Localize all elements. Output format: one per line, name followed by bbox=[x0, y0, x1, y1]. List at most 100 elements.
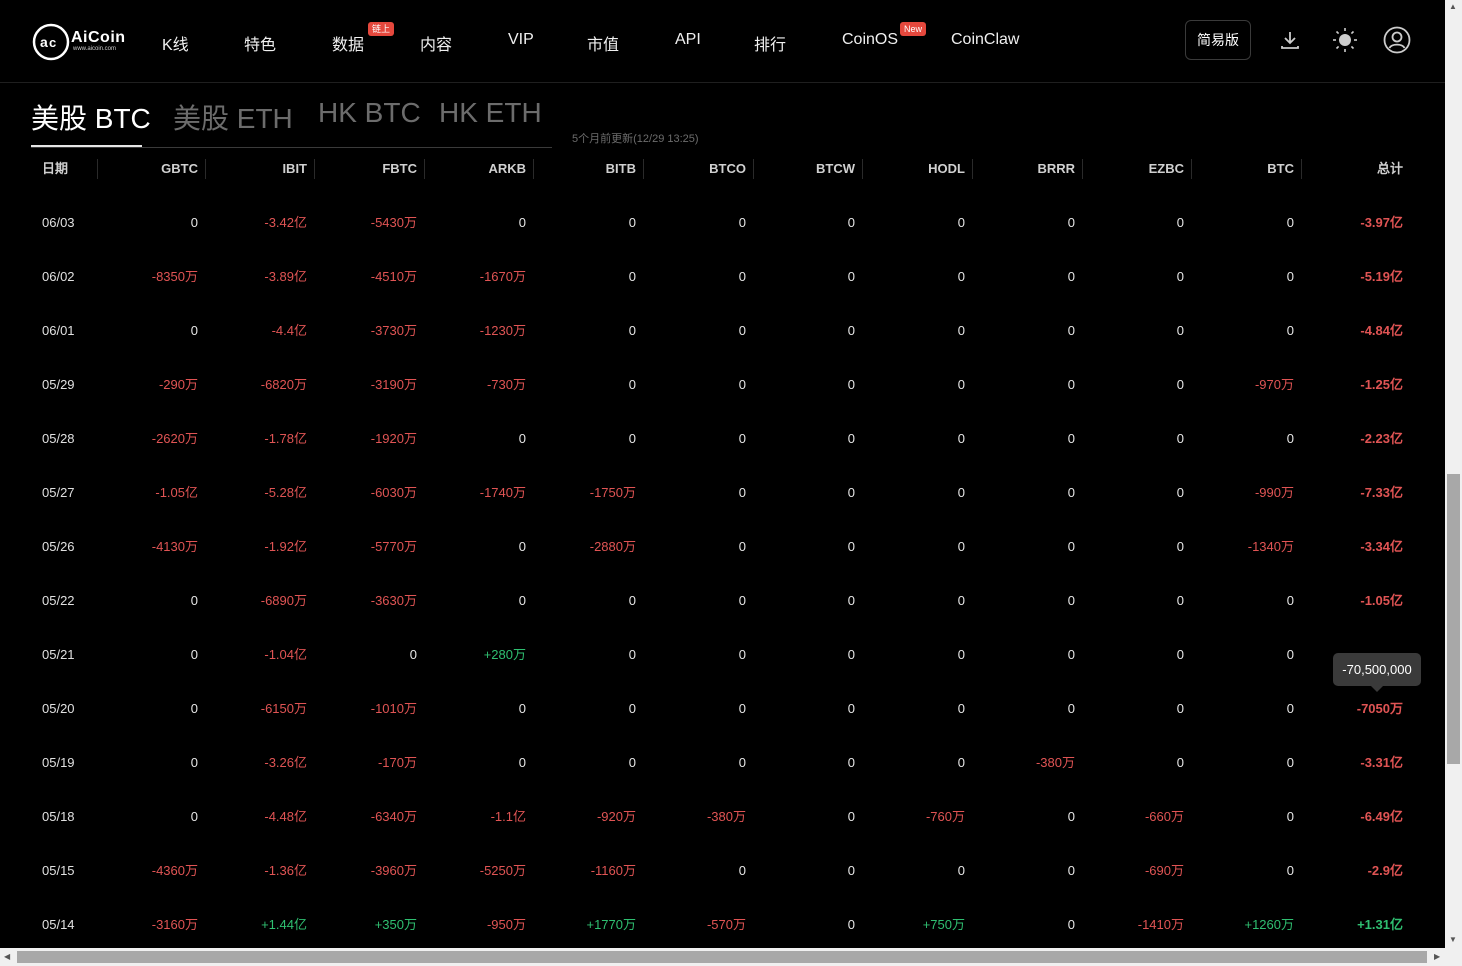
table-cell: 0 bbox=[518, 593, 526, 608]
column-header[interactable]: IBIT bbox=[282, 152, 307, 186]
table-cell: 0 bbox=[1286, 215, 1294, 230]
nav-item-5[interactable]: 市值 bbox=[587, 31, 619, 55]
table-cell: 0 bbox=[738, 593, 746, 608]
nav-item-7[interactable]: 排行 bbox=[754, 31, 786, 55]
total-cell[interactable]: -1.25亿 bbox=[1360, 358, 1403, 412]
column-header[interactable]: 总计 bbox=[1377, 152, 1403, 186]
column-header[interactable]: BTC bbox=[1267, 152, 1294, 186]
total-cell[interactable]: -3.97亿 bbox=[1360, 196, 1403, 250]
total-cell[interactable]: -5.19亿 bbox=[1360, 250, 1403, 304]
table-cell: 0 bbox=[847, 431, 855, 446]
table-cell: -3.42亿 bbox=[264, 215, 307, 230]
tab-us-btc[interactable]: 美股 BTC bbox=[31, 97, 151, 137]
column-header[interactable]: FBTC bbox=[382, 152, 417, 186]
scroll-right-icon[interactable]: ▶ bbox=[1434, 952, 1440, 961]
table-cell: 0 bbox=[1176, 485, 1184, 500]
column-header[interactable]: BTCO bbox=[709, 152, 746, 186]
nav-item-label: CoinClaw bbox=[951, 31, 1020, 48]
table-row[interactable]: 05/19 0 -3.26亿 -170万 0 0 0 0 0 -380万 0 0 -3.31亿 bbox=[31, 736, 1411, 790]
nav-item-0[interactable]: K线 bbox=[162, 31, 189, 55]
table-cell: 0 bbox=[628, 269, 636, 284]
column-header[interactable]: BRRR bbox=[1037, 152, 1075, 186]
table-row[interactable]: 06/01 0 -4.4亿 -3730万 -1230万 0 0 0 0 0 0 0 -4.84亿 bbox=[31, 304, 1411, 358]
table-row[interactable]: 06/03 0 -3.42亿 -5430万 0 0 0 0 0 0 0 0 -3.97亿 bbox=[31, 196, 1411, 250]
column-header[interactable]: 日期 bbox=[42, 152, 68, 186]
simple-version-button[interactable]: 简易版 bbox=[1185, 20, 1251, 60]
download-icon[interactable] bbox=[1276, 26, 1304, 54]
nav-item-1[interactable]: 特色 bbox=[244, 31, 276, 55]
table-cell: +280万 bbox=[483, 647, 526, 662]
nav-item-8[interactable]: CoinOS New bbox=[842, 22, 927, 49]
table-cell: 0 bbox=[847, 269, 855, 284]
vertical-scroll-thumb[interactable] bbox=[1447, 474, 1460, 764]
svg-text:c: c bbox=[49, 35, 56, 50]
table-cell: -1920万 bbox=[370, 431, 417, 446]
nav-item-9[interactable]: CoinClaw bbox=[951, 31, 1019, 49]
column-separator bbox=[862, 159, 863, 179]
horizontal-scroll-thumb[interactable] bbox=[17, 951, 1427, 963]
column-separator bbox=[1301, 159, 1302, 179]
table-row[interactable]: 05/27 -1.05亿 -5.28亿 -6030万 -1740万 -1750万 0 0 0 0 0… bbox=[31, 466, 1411, 520]
table-cell: 0 bbox=[190, 215, 198, 230]
table-cell: -5770万 bbox=[370, 539, 417, 554]
table-cell: 0 bbox=[738, 485, 746, 500]
table-row[interactable]: 05/15 -4360万 -1.36亿 -3960万 -5250万 -1160万 0 0 0 0 -… bbox=[31, 844, 1411, 898]
table-cell: -6030万 bbox=[370, 485, 417, 500]
nav-item-2[interactable]: 数据 链上 bbox=[332, 22, 395, 55]
table-cell: -5430万 bbox=[370, 215, 417, 230]
total-cell[interactable]: +1.31亿 bbox=[1357, 898, 1403, 952]
tab-us-eth[interactable]: 美股 ETH bbox=[173, 97, 293, 137]
total-cell[interactable]: -4.84亿 bbox=[1360, 304, 1403, 358]
table-cell: -8350万 bbox=[151, 269, 198, 284]
table-row[interactable]: 05/22 0 -6890万 -3630万 0 0 0 0 0 0 0 0 -1.05亿 bbox=[31, 574, 1411, 628]
total-cell[interactable]: -2.23亿 bbox=[1360, 412, 1403, 466]
tab-hk-btc[interactable]: HK BTC bbox=[318, 97, 421, 129]
nav-item-label: 市值 bbox=[587, 37, 620, 54]
total-cell[interactable]: -7.33亿 bbox=[1360, 466, 1403, 520]
table-cell: 0 bbox=[190, 323, 198, 338]
table-row[interactable]: 06/02 -8350万 -3.89亿 -4510万 -1670万 0 0 0 0 0 0 0 -5.1… bbox=[31, 250, 1411, 304]
date-cell: 05/28 bbox=[42, 431, 75, 446]
table-row[interactable]: 05/21 0 -1.04亿 0 +280万 0 0 0 0 0 0 0 bbox=[31, 628, 1411, 682]
total-cell[interactable]: -1.05亿 bbox=[1360, 574, 1403, 628]
table-row[interactable]: 05/14 -3160万 +1.44亿 +350万 -950万 +1770万 -570万 0 +… bbox=[31, 898, 1411, 952]
table-cell: 0 bbox=[847, 647, 855, 662]
column-header[interactable]: BTCW bbox=[816, 152, 855, 186]
update-note: 5个月前更新(12/29 13:25) bbox=[572, 133, 699, 145]
scroll-up-icon[interactable]: ▲ bbox=[1449, 2, 1457, 11]
table-cell: 0 bbox=[957, 593, 965, 608]
total-cell[interactable]: -6.49亿 bbox=[1360, 790, 1403, 844]
table-cell: 0 bbox=[847, 215, 855, 230]
user-icon[interactable] bbox=[1383, 26, 1411, 54]
tab-hk-eth[interactable]: HK ETH bbox=[439, 97, 542, 129]
sun-icon[interactable] bbox=[1331, 26, 1359, 54]
nav-item-3[interactable]: 内容 bbox=[420, 31, 452, 55]
column-header[interactable]: GBTC bbox=[161, 152, 198, 186]
column-header[interactable]: EZBC bbox=[1149, 152, 1184, 186]
table-cell: -6340万 bbox=[370, 809, 417, 824]
horizontal-scrollbar[interactable]: ◀ ▶ bbox=[0, 948, 1462, 966]
vertical-scrollbar[interactable]: ▲ ▼ bbox=[1445, 0, 1462, 948]
total-cell[interactable]: -2.9亿 bbox=[1368, 844, 1403, 898]
total-cell[interactable]: -3.31亿 bbox=[1360, 736, 1403, 790]
table-row[interactable]: 05/20 0 -6150万 -1010万 0 0 0 0 0 0 0 0 -7050万 bbox=[31, 682, 1411, 736]
scroll-left-icon[interactable]: ◀ bbox=[4, 952, 10, 961]
table-row[interactable]: 05/18 0 -4.48亿 -6340万 -1.1亿 -920万 -380万 0 -760万 0… bbox=[31, 790, 1411, 844]
nav-item-6[interactable]: API bbox=[675, 31, 701, 49]
table-row[interactable]: 05/28 -2620万 -1.78亿 -1920万 0 0 0 0 0 0 0 0 -2.23亿 bbox=[31, 412, 1411, 466]
column-header[interactable]: ARKB bbox=[488, 152, 526, 186]
table-cell: 0 bbox=[847, 755, 855, 770]
total-cell[interactable]: -3.34亿 bbox=[1360, 520, 1403, 574]
table-row[interactable]: 05/26 -4130万 -1.92亿 -5770万 0 -2880万 0 0 0 0 0 -1340… bbox=[31, 520, 1411, 574]
table-cell: 0 bbox=[190, 755, 198, 770]
scroll-down-icon[interactable]: ▼ bbox=[1449, 935, 1457, 944]
column-header[interactable]: BITB bbox=[606, 152, 636, 186]
table-cell: 0 bbox=[957, 377, 965, 392]
table-cell: -970万 bbox=[1254, 377, 1294, 392]
table-row[interactable]: 05/29 -290万 -6820万 -3190万 -730万 0 0 0 0 0 0 -970万 -1… bbox=[31, 358, 1411, 412]
table-cell: 0 bbox=[1286, 593, 1294, 608]
table-cell: -6150万 bbox=[260, 701, 307, 716]
nav-item-4[interactable]: VIP bbox=[508, 31, 534, 49]
column-header[interactable]: HODL bbox=[928, 152, 965, 186]
table-cell: -1.36亿 bbox=[264, 863, 307, 878]
